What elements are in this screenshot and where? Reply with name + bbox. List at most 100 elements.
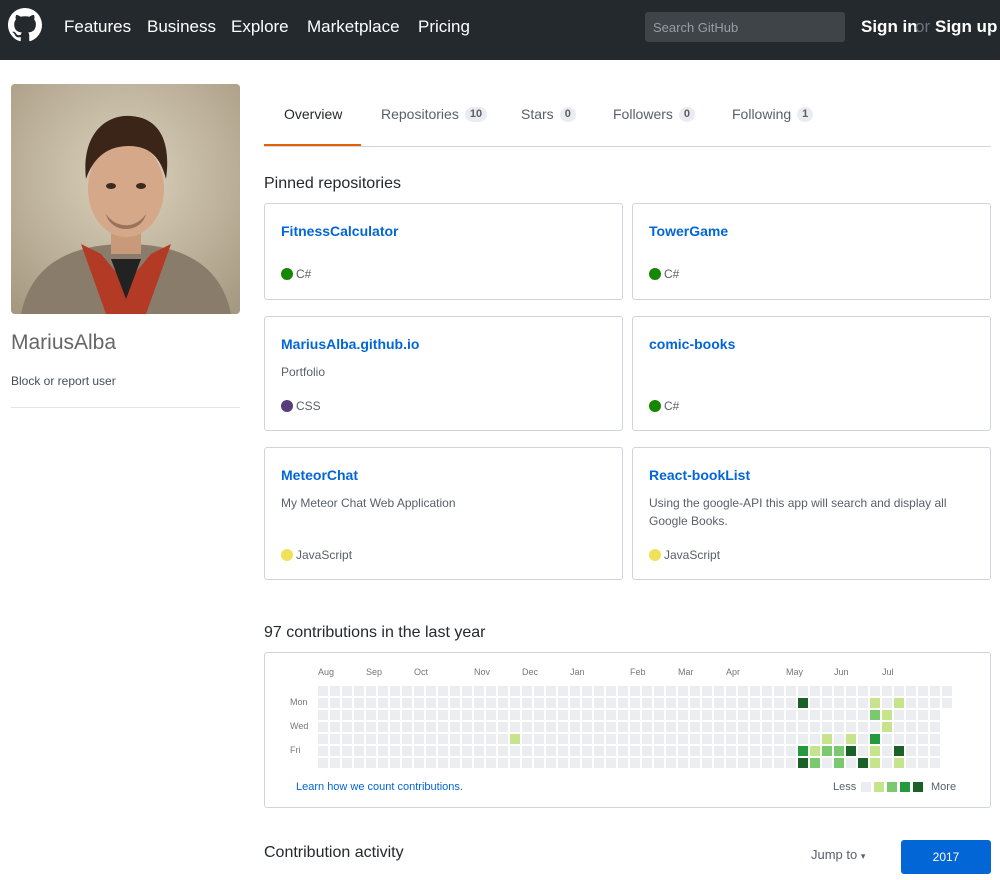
contribution-day: [786, 746, 796, 756]
contribution-day: [354, 758, 364, 768]
tab-following[interactable]: Following 1: [732, 106, 814, 122]
contribution-day: [762, 722, 772, 732]
language-name: C#: [296, 267, 312, 281]
contribution-day: [738, 734, 748, 744]
nav-business[interactable]: Business: [147, 17, 216, 37]
sign-up-link[interactable]: Sign up: [935, 17, 997, 37]
repo-name-link[interactable]: TowerGame: [649, 223, 728, 239]
contribution-day: [738, 722, 748, 732]
nav-pricing[interactable]: Pricing: [418, 17, 470, 37]
contribution-day: [366, 746, 376, 756]
contribution-day: [390, 686, 400, 696]
contribution-day: [390, 758, 400, 768]
repo-name-link[interactable]: comic-books: [649, 336, 735, 352]
tab-repositories[interactable]: Repositories 10: [381, 106, 488, 122]
nav-explore[interactable]: Explore: [231, 17, 289, 37]
contribution-day: [918, 698, 928, 708]
contribution-day: [522, 698, 532, 708]
repo-language: JavaScript: [281, 548, 352, 562]
nav-features[interactable]: Features: [64, 17, 131, 37]
contribution-day: [606, 698, 616, 708]
contribution-day: [642, 758, 652, 768]
contribution-day: [738, 686, 748, 696]
contribution-day: [534, 698, 544, 708]
contribution-day: [858, 698, 868, 708]
contribution-day: [354, 722, 364, 732]
block-report-link[interactable]: Block or report user: [11, 374, 116, 388]
contribution-day: [906, 710, 916, 720]
contribution-day: [702, 698, 712, 708]
tab-overview[interactable]: Overview: [284, 106, 342, 122]
legend-swatch: [861, 782, 871, 792]
contribution-day: [534, 686, 544, 696]
contribution-day: [582, 758, 592, 768]
jump-to-label: Jump to: [811, 847, 858, 862]
contribution-day: [810, 746, 820, 756]
contribution-day: [354, 734, 364, 744]
tab-label: Overview: [284, 106, 343, 122]
contribution-day: [894, 698, 904, 708]
contribution-day: [846, 722, 856, 732]
contribution-legend: [861, 782, 923, 792]
contribution-day: [486, 746, 496, 756]
contribution-day: [882, 710, 892, 720]
jump-to-dropdown[interactable]: Jump to ▾: [811, 847, 865, 862]
contribution-day: [798, 710, 808, 720]
contribution-day: [882, 722, 892, 732]
contribution-day: [810, 758, 820, 768]
contribution-day: [930, 686, 940, 696]
site-header: Features Business Explore Marketplace Pr…: [0, 0, 1000, 60]
contribution-day: [534, 710, 544, 720]
contribution-day: [570, 722, 580, 732]
repo-description: Portfolio: [281, 365, 326, 379]
contribution-day: [810, 722, 820, 732]
contribution-day: [594, 686, 604, 696]
contribution-day: [330, 686, 340, 696]
day-label: Fri: [290, 745, 301, 755]
learn-contributions-link[interactable]: Learn how we count contributions.: [296, 781, 463, 793]
contribution-day: [798, 722, 808, 732]
contribution-day: [930, 746, 940, 756]
contribution-day: [774, 758, 784, 768]
contribution-day: [942, 698, 952, 708]
contribution-grid: [318, 686, 952, 768]
contribution-day: [426, 710, 436, 720]
repo-name-link[interactable]: FitnessCalculator: [281, 223, 398, 239]
contribution-day: [498, 686, 508, 696]
repo-name-link[interactable]: MariusAlba.github.io: [281, 336, 419, 352]
contribution-day: [918, 722, 928, 732]
contribution-day: [546, 698, 556, 708]
contribution-day: [618, 686, 628, 696]
contribution-day: [522, 758, 532, 768]
repo-name-link[interactable]: React-bookList: [649, 467, 750, 483]
contribution-day: [606, 734, 616, 744]
contribution-day: [402, 734, 412, 744]
contribution-day: [690, 746, 700, 756]
contribution-day: [738, 746, 748, 756]
tab-stars[interactable]: Stars 0: [521, 106, 576, 122]
month-label: Jul: [882, 667, 894, 677]
contribution-day: [450, 758, 460, 768]
pinned-repo-card: TowerGame C#: [632, 203, 991, 300]
repo-name-link[interactable]: MeteorChat: [281, 467, 358, 483]
language-color-dot: [281, 400, 293, 412]
tab-followers[interactable]: Followers 0: [613, 106, 696, 122]
contribution-day: [630, 722, 640, 732]
contribution-day: [486, 686, 496, 696]
year-2017-button[interactable]: 2017: [901, 840, 991, 874]
contribution-day: [342, 698, 352, 708]
contribution-day: [906, 722, 916, 732]
contribution-day: [402, 746, 412, 756]
contribution-day: [594, 758, 604, 768]
sign-in-link[interactable]: Sign in: [861, 17, 918, 37]
contribution-day: [822, 710, 832, 720]
contribution-day: [798, 734, 808, 744]
nav-marketplace[interactable]: Marketplace: [307, 17, 400, 37]
github-octocat-icon[interactable]: [8, 8, 42, 42]
tab-label: Stars: [521, 106, 554, 122]
contribution-day: [858, 746, 868, 756]
contribution-day: [342, 734, 352, 744]
contribution-day: [462, 698, 472, 708]
contribution-day: [822, 734, 832, 744]
search-input[interactable]: [645, 12, 845, 42]
